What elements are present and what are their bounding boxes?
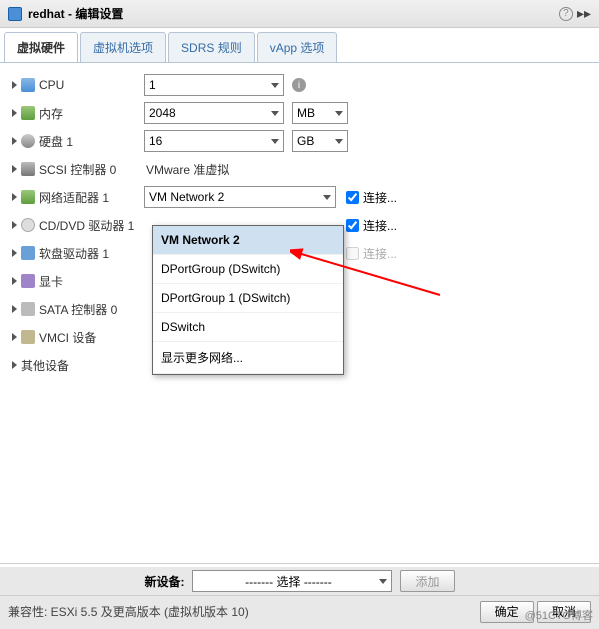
cpu-label: CPU — [39, 78, 64, 92]
expand-cpu-icon[interactable] — [12, 81, 17, 89]
compatibility-text: 兼容性: ESXi 5.5 及更高版本 (虚拟机版本 10) — [8, 603, 249, 620]
sata-label: SATA 控制器 0 — [39, 301, 117, 318]
info-icon[interactable]: i — [292, 78, 306, 92]
expand-network-icon[interactable] — [12, 193, 17, 201]
dropdown-item-more-networks[interactable]: 显示更多网络... — [153, 342, 343, 374]
scsi-label: SCSI 控制器 0 — [39, 161, 116, 178]
floppy-icon — [21, 246, 35, 260]
tab-sdrs-rules[interactable]: SDRS 规则 — [168, 32, 255, 62]
cd-connect-checkbox[interactable]: 连接... — [346, 217, 397, 234]
tab-virtual-hardware[interactable]: 虚拟硬件 — [4, 32, 78, 62]
memory-input[interactable]: 2048 — [144, 102, 284, 124]
memory-label: 内存 — [39, 105, 63, 122]
dropdown-item-dportgroup[interactable]: DPortGroup (DSwitch) — [153, 255, 343, 284]
tab-bar: 虚拟硬件 虚拟机选项 SDRS 规则 vApp 选项 — [0, 28, 599, 63]
network-label: 网络适配器 1 — [39, 189, 109, 206]
expand-sata-icon[interactable] — [12, 305, 17, 313]
vmci-label: VMCI 设备 — [39, 329, 96, 346]
other-devices-label: 其他设备 — [21, 357, 69, 374]
expand-memory-icon[interactable] — [12, 109, 17, 117]
expand-floppy-icon[interactable] — [12, 249, 17, 257]
expand-scsi-icon[interactable] — [12, 165, 17, 173]
add-button[interactable]: 添加 — [400, 570, 454, 592]
floppy-label: 软盘驱动器 1 — [39, 245, 109, 262]
expand-disk-icon[interactable] — [12, 137, 17, 145]
sata-icon — [21, 302, 35, 316]
dropdown-item-dswitch[interactable]: DSwitch — [153, 313, 343, 342]
new-device-select[interactable]: ------- 选择 ------- — [192, 570, 392, 592]
cpu-icon — [21, 78, 35, 92]
network-connect-checkbox[interactable]: 连接... — [346, 189, 397, 206]
scsi-value: VMware 准虚拟 — [144, 161, 229, 178]
expand-cd-icon[interactable] — [12, 221, 17, 229]
dropdown-item-dportgroup1[interactable]: DPortGroup 1 (DSwitch) — [153, 284, 343, 313]
floppy-connect-checkbox: 连接... — [346, 245, 397, 262]
vmci-icon — [21, 330, 35, 344]
cd-icon — [21, 218, 35, 232]
tab-vm-options[interactable]: 虚拟机选项 — [80, 32, 166, 62]
new-device-label: 新设备: — [144, 573, 184, 590]
scsi-icon — [21, 162, 35, 176]
disk-unit-select[interactable]: GB — [292, 130, 348, 152]
memory-unit-select[interactable]: MB — [292, 102, 348, 124]
expand-icon[interactable]: ▸▸ — [577, 5, 591, 22]
video-label: 显卡 — [39, 273, 63, 290]
disk-icon — [21, 134, 35, 148]
network-dropdown[interactable]: VM Network 2 DPortGroup (DSwitch) DPortG… — [152, 225, 344, 375]
expand-video-icon[interactable] — [12, 277, 17, 285]
cpu-select[interactable]: 1 — [144, 74, 284, 96]
network-select[interactable]: VM Network 2 — [144, 186, 336, 208]
disk-label: 硬盘 1 — [39, 133, 73, 150]
dropdown-item-vmnetwork2[interactable]: VM Network 2 — [153, 226, 343, 255]
vm-icon — [8, 7, 22, 21]
disk-size-input[interactable]: 16 — [144, 130, 284, 152]
expand-other-icon[interactable] — [12, 361, 17, 369]
help-icon[interactable]: ? — [559, 7, 573, 21]
video-icon — [21, 274, 35, 288]
network-icon — [21, 190, 35, 204]
memory-icon — [21, 106, 35, 120]
expand-vmci-icon[interactable] — [12, 333, 17, 341]
dialog-title: redhat - 编辑设置 — [28, 5, 123, 22]
cd-label: CD/DVD 驱动器 1 — [39, 217, 134, 234]
watermark: @51CTO博客 — [525, 607, 593, 623]
tab-vapp-options[interactable]: vApp 选项 — [257, 32, 338, 62]
